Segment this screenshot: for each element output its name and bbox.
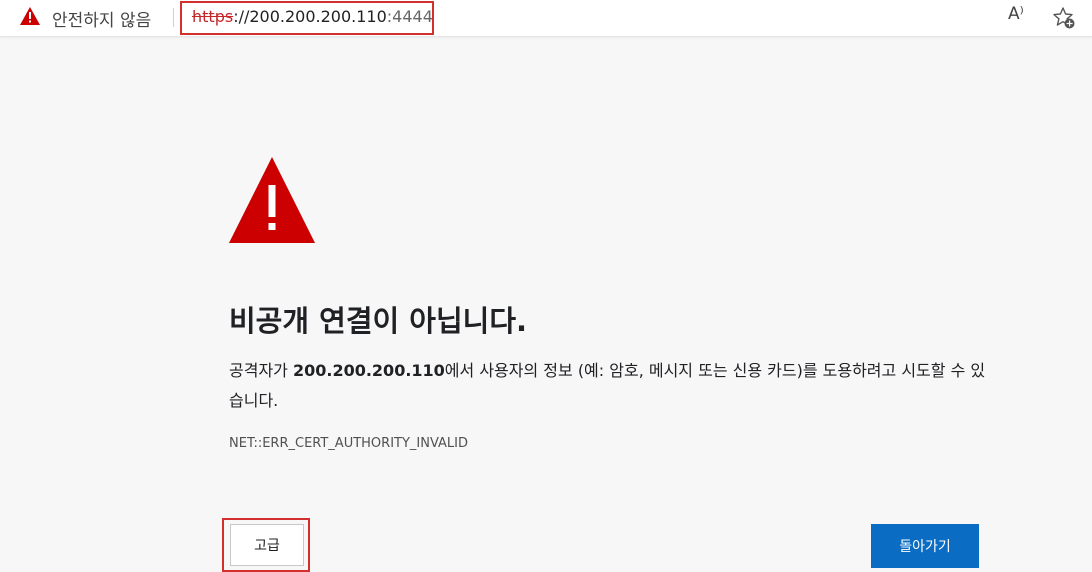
desc-host: 200.200.200.110 (292, 361, 445, 380)
not-secure-label[interactable]: 안전하지 않음 (52, 6, 151, 31)
read-aloud-icon[interactable]: A⁾ (1008, 4, 1024, 24)
page-title: 비공개 연결이 아닙니다. (229, 304, 528, 338)
warning-description: 공격자가 200.200.200.110에서 사용자의 정보 (예: 암호, 메… (229, 356, 989, 416)
warning-icon[interactable] (20, 7, 40, 25)
address-divider (173, 8, 174, 27)
url-field[interactable]: https://200.200.200.110:4444 (192, 7, 433, 26)
go-back-button[interactable]: 돌아가기 (871, 524, 979, 568)
add-favorite-icon[interactable] (1052, 6, 1076, 30)
error-code: NET::ERR_CERT_AUTHORITY_INVALID (229, 436, 469, 451)
address-bar: 안전하지 않음 https://200.200.200.110:4444 A⁾ (0, 0, 1092, 37)
warning-triangle-icon (229, 157, 315, 243)
url-port: :4444 (386, 7, 433, 26)
desc-text-before: 공격자가 (229, 361, 293, 380)
advanced-button[interactable]: 고급 (230, 524, 304, 566)
url-host: ://200.200.200.110 (233, 7, 387, 26)
url-scheme: https (192, 7, 234, 26)
